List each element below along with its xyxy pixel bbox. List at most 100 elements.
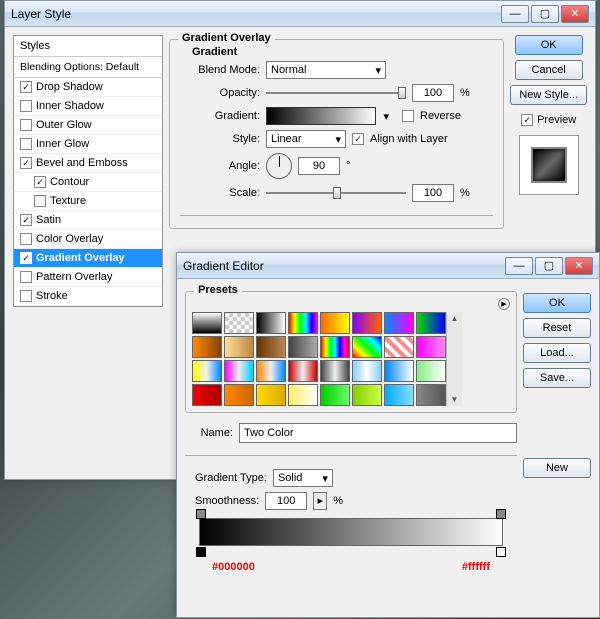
preset-swatch[interactable] bbox=[192, 336, 222, 358]
smoothness-menu-icon[interactable]: ▸ bbox=[313, 492, 327, 510]
new-button[interactable]: New bbox=[523, 458, 591, 478]
preset-swatch[interactable] bbox=[352, 360, 382, 382]
preset-swatch[interactable] bbox=[192, 384, 222, 406]
preset-swatch[interactable] bbox=[416, 360, 446, 382]
preset-swatch[interactable] bbox=[320, 312, 350, 334]
preset-swatch[interactable] bbox=[384, 336, 414, 358]
blend-mode-label: Blend Mode: bbox=[190, 64, 260, 76]
preset-swatch[interactable] bbox=[256, 312, 286, 334]
preset-swatch[interactable] bbox=[384, 384, 414, 406]
style-item-drop-shadow[interactable]: Drop Shadow bbox=[14, 78, 162, 97]
preset-swatch[interactable] bbox=[384, 312, 414, 334]
presets-menu-icon[interactable]: ▶ bbox=[498, 298, 510, 310]
reset-button[interactable]: Reset bbox=[523, 318, 591, 338]
close-button[interactable]: ✕ bbox=[561, 5, 589, 23]
preset-swatch[interactable] bbox=[256, 336, 286, 358]
maximize-button[interactable]: ▢ bbox=[535, 257, 563, 275]
style-checkbox[interactable] bbox=[20, 100, 32, 112]
preview-checkbox[interactable] bbox=[521, 114, 533, 126]
preset-swatch[interactable] bbox=[192, 360, 222, 382]
style-item-contour[interactable]: Contour bbox=[14, 173, 162, 192]
opacity-stop-left[interactable] bbox=[196, 509, 206, 519]
new-style-button[interactable]: New Style... bbox=[510, 85, 587, 105]
preset-swatch[interactable] bbox=[224, 336, 254, 358]
style-checkbox[interactable] bbox=[20, 81, 32, 93]
angle-dial[interactable] bbox=[266, 153, 292, 179]
preset-swatch[interactable] bbox=[256, 384, 286, 406]
style-item-pattern-overlay[interactable]: Pattern Overlay bbox=[14, 268, 162, 287]
save-button[interactable]: Save... bbox=[523, 368, 591, 388]
style-item-inner-shadow[interactable]: Inner Shadow bbox=[14, 97, 162, 116]
style-item-satin[interactable]: Satin bbox=[14, 211, 162, 230]
titlebar[interactable]: Gradient Editor — ▢ ✕ bbox=[177, 253, 599, 279]
style-item-stroke[interactable]: Stroke bbox=[14, 287, 162, 306]
titlebar[interactable]: Layer Style — ▢ ✕ bbox=[5, 1, 595, 27]
opacity-stop-right[interactable] bbox=[496, 509, 506, 519]
preset-swatch[interactable] bbox=[384, 360, 414, 382]
preset-swatch[interactable] bbox=[224, 312, 254, 334]
minimize-button[interactable]: — bbox=[505, 257, 533, 275]
cancel-button[interactable]: Cancel bbox=[515, 60, 583, 80]
style-select[interactable]: Linear bbox=[266, 130, 346, 148]
close-button[interactable]: ✕ bbox=[565, 257, 593, 275]
load-button[interactable]: Load... bbox=[523, 343, 591, 363]
preset-swatch[interactable] bbox=[416, 384, 446, 406]
preset-swatch[interactable] bbox=[320, 336, 350, 358]
style-checkbox[interactable] bbox=[20, 157, 32, 169]
styles-header[interactable]: Styles bbox=[14, 36, 162, 57]
gradient-bar[interactable]: #000000 #ffffff bbox=[199, 518, 503, 546]
scale-slider[interactable] bbox=[266, 185, 406, 201]
name-input[interactable]: Two Color bbox=[239, 423, 517, 443]
maximize-button[interactable]: ▢ bbox=[531, 5, 559, 23]
preset-swatch[interactable] bbox=[288, 312, 318, 334]
blend-mode-select[interactable]: Normal bbox=[266, 61, 386, 79]
minimize-button[interactable]: — bbox=[501, 5, 529, 23]
style-checkbox[interactable] bbox=[34, 195, 46, 207]
preset-swatch[interactable] bbox=[288, 336, 318, 358]
style-checkbox[interactable] bbox=[20, 138, 32, 150]
presets-scrollbar[interactable]: ▲▼ bbox=[446, 312, 462, 406]
style-item-inner-glow[interactable]: Inner Glow bbox=[14, 135, 162, 154]
style-item-texture[interactable]: Texture bbox=[14, 192, 162, 211]
preset-swatch[interactable] bbox=[352, 336, 382, 358]
style-item-outer-glow[interactable]: Outer Glow bbox=[14, 116, 162, 135]
preset-swatch[interactable] bbox=[320, 384, 350, 406]
scale-input[interactable]: 100 bbox=[412, 184, 454, 202]
preset-swatch[interactable] bbox=[224, 384, 254, 406]
style-item-color-overlay[interactable]: Color Overlay bbox=[14, 230, 162, 249]
preset-swatch[interactable] bbox=[192, 312, 222, 334]
preset-swatch[interactable] bbox=[416, 312, 446, 334]
color-stop-right[interactable] bbox=[496, 547, 506, 557]
preset-swatch[interactable] bbox=[224, 360, 254, 382]
reverse-label: Reverse bbox=[420, 110, 461, 122]
color-stop-left[interactable] bbox=[196, 547, 206, 557]
opacity-slider[interactable] bbox=[266, 85, 406, 101]
preset-swatch[interactable] bbox=[416, 336, 446, 358]
gradient-picker[interactable] bbox=[266, 107, 376, 125]
smoothness-input[interactable]: 100 bbox=[265, 492, 307, 510]
style-checkbox[interactable] bbox=[20, 214, 32, 226]
preset-swatch[interactable] bbox=[320, 360, 350, 382]
style-checkbox[interactable] bbox=[20, 119, 32, 131]
align-checkbox[interactable] bbox=[352, 133, 364, 145]
style-checkbox[interactable] bbox=[34, 176, 46, 188]
opacity-input[interactable]: 100 bbox=[412, 84, 454, 102]
preset-swatch[interactable] bbox=[288, 360, 318, 382]
preset-swatch[interactable] bbox=[352, 312, 382, 334]
ok-button[interactable]: OK bbox=[523, 293, 591, 313]
gradient-type-select[interactable]: Solid bbox=[273, 469, 333, 487]
reverse-checkbox[interactable] bbox=[402, 110, 414, 122]
angle-input[interactable]: 90 bbox=[298, 157, 340, 175]
window-title: Gradient Editor bbox=[183, 259, 505, 273]
style-checkbox[interactable] bbox=[20, 271, 32, 283]
style-item-bevel-and-emboss[interactable]: Bevel and Emboss bbox=[14, 154, 162, 173]
preset-swatch[interactable] bbox=[288, 384, 318, 406]
blending-options-header[interactable]: Blending Options: Default bbox=[14, 57, 162, 78]
style-checkbox[interactable] bbox=[20, 290, 32, 302]
style-checkbox[interactable] bbox=[20, 252, 32, 264]
preset-swatch[interactable] bbox=[256, 360, 286, 382]
style-checkbox[interactable] bbox=[20, 233, 32, 245]
ok-button[interactable]: OK bbox=[515, 35, 583, 55]
style-item-gradient-overlay[interactable]: Gradient Overlay bbox=[14, 249, 162, 268]
preset-swatch[interactable] bbox=[352, 384, 382, 406]
